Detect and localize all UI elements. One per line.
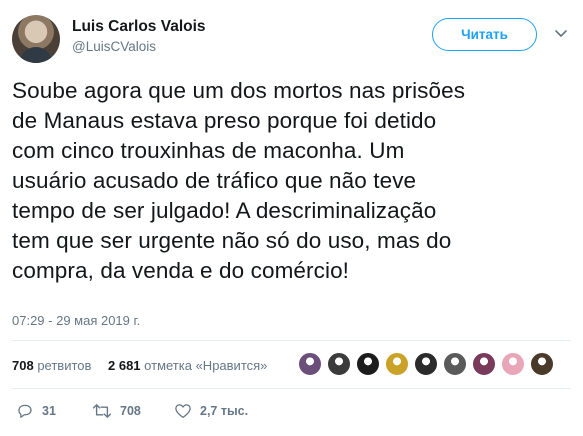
liker-avatar[interactable] bbox=[472, 352, 496, 376]
likes-stat[interactable]: 2 681 отметка «Нравится» bbox=[108, 358, 267, 373]
tweet-stats: 708 ретвитов 2 681 отметка «Нравится» bbox=[12, 350, 571, 380]
liker-avatar[interactable] bbox=[501, 352, 525, 376]
tweet-text: Soube agora que um dos mortos nas prisõe… bbox=[12, 78, 466, 283]
retweets-stat[interactable]: 708 ретвитов bbox=[12, 358, 91, 373]
tweet-timestamp[interactable]: 07:29 - 29 мая 2019 г. bbox=[12, 313, 140, 328]
likes-label: отметка «Нравится» bbox=[144, 358, 268, 373]
retweets-count: 708 bbox=[12, 358, 34, 373]
liker-avatar[interactable] bbox=[414, 352, 438, 376]
follow-button[interactable]: Читать bbox=[432, 18, 537, 51]
likes-count: 2 681 bbox=[108, 358, 141, 373]
tweet-actions: 31 708 2,7 тыс. bbox=[12, 398, 571, 424]
user-avatar[interactable] bbox=[12, 15, 60, 63]
retweet-button[interactable]: 708 bbox=[92, 400, 141, 422]
reply-button[interactable]: 31 bbox=[16, 400, 56, 422]
liker-avatar[interactable] bbox=[356, 352, 380, 376]
retweets-label: ретвитов bbox=[37, 358, 92, 373]
liker-avatar[interactable] bbox=[530, 352, 554, 376]
retweet-count: 708 bbox=[120, 404, 141, 418]
heart-icon bbox=[175, 404, 191, 419]
liker-avatar[interactable] bbox=[327, 352, 351, 376]
divider bbox=[12, 340, 571, 341]
retweet-icon bbox=[92, 404, 112, 418]
divider bbox=[12, 388, 571, 389]
liker-avatar[interactable] bbox=[385, 352, 409, 376]
like-count: 2,7 тыс. bbox=[200, 404, 249, 418]
user-name[interactable]: Luis Carlos Valois bbox=[72, 18, 206, 36]
like-button[interactable]: 2,7 тыс. bbox=[174, 400, 248, 422]
liker-avatar[interactable] bbox=[298, 352, 322, 376]
tweet-header: Luis Carlos Valois @LuisCValois Читать bbox=[12, 12, 571, 64]
reply-icon bbox=[18, 404, 32, 418]
chevron-down-icon[interactable] bbox=[551, 23, 571, 43]
user-handle[interactable]: @LuisCValois bbox=[72, 39, 156, 54]
reply-count: 31 bbox=[42, 404, 56, 418]
liker-avatar[interactable] bbox=[443, 352, 467, 376]
